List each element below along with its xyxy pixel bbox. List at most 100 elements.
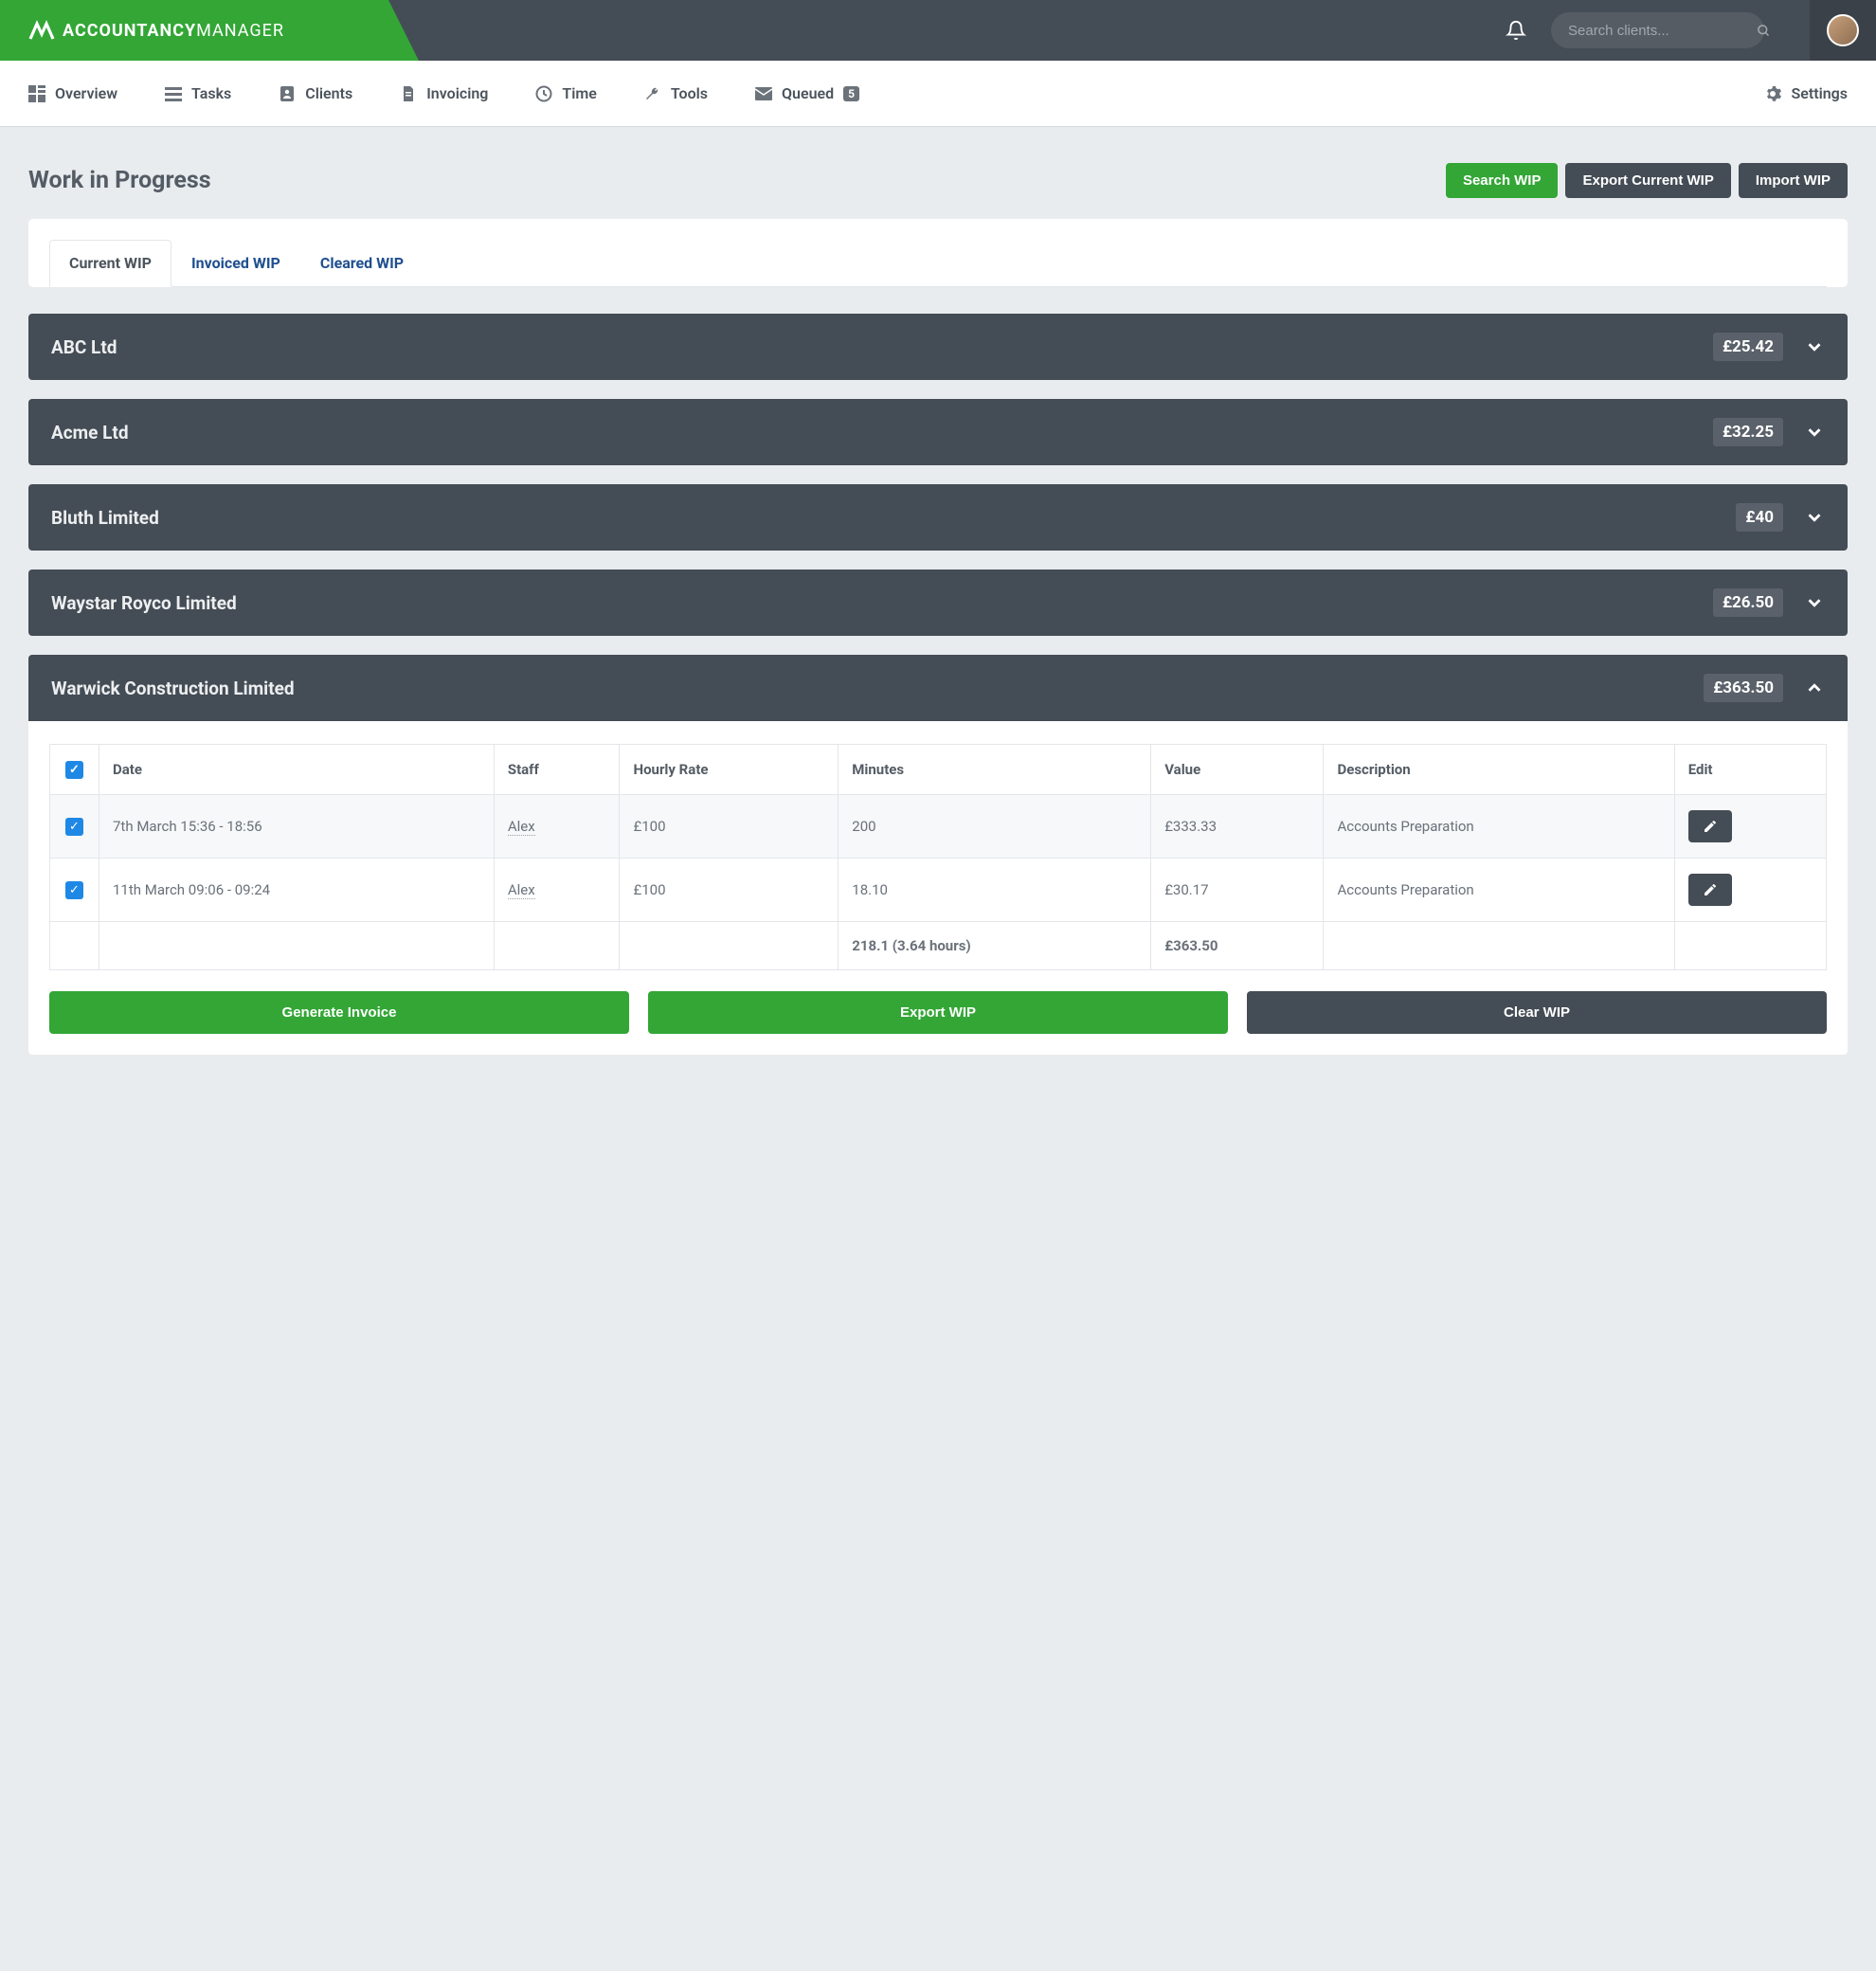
client-name: Waystar Royco Limited [51,592,1713,614]
wrench-icon [644,85,661,102]
nav-label: Time [562,84,597,102]
client-amount: £40 [1736,503,1783,532]
client-name: ABC Ltd [51,336,1713,358]
export-current-wip-button[interactable]: Export Current WIP [1565,163,1730,198]
page-title: Work in Progress [28,167,1438,194]
row-checkbox[interactable]: ✓ [65,818,83,836]
search-wip-button[interactable]: Search WIP [1446,163,1559,198]
notifications-icon[interactable] [1498,20,1534,41]
nav-label: Settings [1791,84,1848,102]
export-wip-button[interactable]: Export WIP [648,991,1228,1034]
generate-invoice-button[interactable]: Generate Invoice [49,991,629,1034]
nav-settings[interactable]: Settings [1764,84,1848,102]
client-row[interactable]: Waystar Royco Limited £26.50 [28,570,1848,636]
nav-label: Tools [671,84,708,102]
avatar [1827,14,1859,46]
chevron-down-icon[interactable] [1804,422,1825,443]
wip-table: ✓ Date Staff Hourly Rate Minutes Value D… [49,744,1827,970]
clear-wip-button[interactable]: Clear WIP [1247,991,1827,1034]
staff-link[interactable]: Alex [508,881,535,899]
gear-icon [1764,85,1781,102]
edit-button[interactable] [1688,810,1732,842]
nav-queued[interactable]: Queued 5 [755,84,859,102]
nav-label: Overview [55,84,117,102]
cell-value: £30.17 [1151,859,1324,922]
cell-rate: £100 [620,795,839,859]
row-checkbox[interactable]: ✓ [65,881,83,899]
client-row[interactable]: ABC Ltd £25.42 [28,314,1848,380]
total-minutes: 218.1 (3.64 hours) [839,922,1151,970]
nav-tasks[interactable]: Tasks [165,84,231,102]
col-minutes: Minutes [839,745,1151,795]
nav-label: Invoicing [426,84,488,102]
client-amount: £363.50 [1704,674,1783,702]
logo-text: ACCOUNTANCYMANAGER [63,21,284,41]
client-name: Acme Ltd [51,422,1713,443]
tab-current-wip[interactable]: Current WIP [49,240,171,287]
mail-icon [755,85,772,102]
chevron-down-icon[interactable] [1804,592,1825,613]
user-menu[interactable] [1810,0,1876,61]
search-input[interactable] [1568,23,1757,39]
logo-icon [28,20,55,41]
page-header: Work in Progress Search WIP Export Curre… [28,163,1848,198]
client-amount: £26.50 [1713,588,1783,617]
tabs-card: Current WIP Invoiced WIP Cleared WIP [28,219,1848,287]
actions-row: Generate Invoice Export WIP Clear WIP [49,991,1827,1034]
search-clients[interactable] [1551,12,1764,48]
queued-badge: 5 [843,86,859,101]
col-rate: Hourly Rate [620,745,839,795]
table-totals: 218.1 (3.64 hours) £363.50 [50,922,1827,970]
col-date: Date [99,745,495,795]
nav-label: Clients [305,84,352,102]
nav-label: Tasks [191,84,231,102]
cell-date: 11th March 09:06 - 09:24 [99,859,495,922]
col-staff: Staff [494,745,620,795]
tab-invoiced-wip[interactable]: Invoiced WIP [171,240,300,287]
contacts-icon [279,85,296,102]
document-icon [400,85,417,102]
chevron-down-icon[interactable] [1804,336,1825,357]
top-header: ACCOUNTANCYMANAGER [0,0,1876,61]
col-description: Description [1324,745,1674,795]
nav-overview[interactable]: Overview [28,84,117,102]
nav-invoicing[interactable]: Invoicing [400,84,488,102]
client-amount: £25.42 [1713,333,1783,361]
clock-icon [535,85,552,102]
dashboard-icon [28,85,45,102]
staff-link[interactable]: Alex [508,818,535,836]
chevron-down-icon[interactable] [1804,507,1825,528]
client-amount: £32.25 [1713,418,1783,446]
nav-tools[interactable]: Tools [644,84,708,102]
cell-description: Accounts Preparation [1324,859,1674,922]
cell-rate: £100 [620,859,839,922]
cell-value: £333.33 [1151,795,1324,859]
client-row-expanded[interactable]: Warwick Construction Limited £363.50 [28,655,1848,721]
cell-date: 7th March 15:36 - 18:56 [99,795,495,859]
col-value: Value [1151,745,1324,795]
nav-clients[interactable]: Clients [279,84,352,102]
import-wip-button[interactable]: Import WIP [1739,163,1848,198]
logo[interactable]: ACCOUNTANCYMANAGER [0,0,388,61]
search-icon[interactable] [1757,24,1771,38]
client-name: Bluth Limited [51,507,1736,529]
cell-minutes: 18.10 [839,859,1151,922]
table-row: ✓ 11th March 09:06 - 09:24 Alex £100 18.… [50,859,1827,922]
tab-cleared-wip[interactable]: Cleared WIP [300,240,424,287]
client-name: Warwick Construction Limited [51,678,1704,699]
cell-minutes: 200 [839,795,1151,859]
list-icon [165,85,182,102]
nav-label: Queued [782,84,834,102]
col-edit: Edit [1674,745,1826,795]
main-nav: Overview Tasks Clients Invoicing Time To… [0,61,1876,127]
table-row: ✓ 7th March 15:36 - 18:56 Alex £100 200 … [50,795,1827,859]
nav-time[interactable]: Time [535,84,597,102]
select-all-checkbox[interactable]: ✓ [65,761,83,779]
client-row[interactable]: Bluth Limited £40 [28,484,1848,551]
chevron-up-icon[interactable] [1804,678,1825,698]
cell-description: Accounts Preparation [1324,795,1674,859]
edit-button[interactable] [1688,874,1732,906]
total-value: £363.50 [1151,922,1324,970]
client-panel: ✓ Date Staff Hourly Rate Minutes Value D… [28,721,1848,1055]
client-row[interactable]: Acme Ltd £32.25 [28,399,1848,465]
